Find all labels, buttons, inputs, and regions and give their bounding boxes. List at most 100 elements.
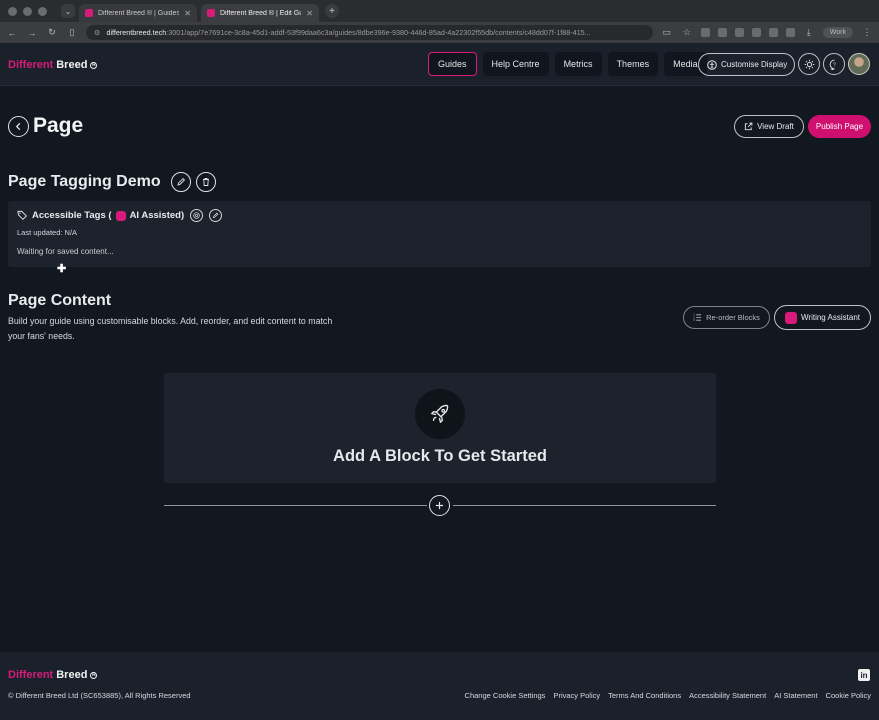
close-tab-icon[interactable]: ✕ (184, 9, 191, 18)
browser-tab-edit-guide[interactable]: Different Breed ® | Edit Guide ✕ (201, 4, 319, 22)
favicon-icon (85, 9, 93, 17)
extension-icon[interactable] (700, 28, 710, 37)
divider-line (453, 505, 716, 506)
close-tab-icon[interactable]: ✕ (306, 9, 313, 18)
logo-text-different: Different (8, 669, 54, 681)
writing-assistant-label: Writing Assistant (801, 313, 860, 322)
plus-icon (435, 501, 444, 510)
tab-title: Different Breed ® | Guides | D (98, 9, 180, 17)
nav-metrics[interactable]: Metrics (554, 52, 602, 76)
view-draft-label: View Draft (757, 122, 794, 131)
tab-search-icon[interactable]: ⌄ (61, 4, 75, 18)
pencil-icon (177, 177, 186, 186)
edit-tags-button[interactable] (209, 209, 223, 222)
extension-icon[interactable] (751, 28, 761, 37)
brand-logo[interactable]: Different Breed R (8, 59, 98, 71)
close-window-dot[interactable] (8, 6, 17, 16)
regenerate-tags-button[interactable] (190, 209, 204, 222)
extensions-puzzle-icon[interactable] (785, 28, 795, 37)
registered-icon: R (90, 671, 98, 679)
empty-state-title: Add A Block To Get Started (333, 447, 547, 465)
profile-button[interactable]: Work (822, 27, 853, 38)
page-title: Page (33, 114, 84, 137)
user-avatar[interactable] (848, 53, 870, 75)
external-link-icon (745, 122, 753, 131)
mouse-cursor-icon: ✚ (57, 263, 67, 275)
zoom-window-dot[interactable] (38, 6, 47, 16)
customise-label: Customise Display (721, 60, 788, 69)
page-footer: Different Breed R in © Different Breed L… (0, 652, 879, 720)
page-content-description: Build your guide using customisable bloc… (8, 316, 333, 341)
tags-heading-text: Accessible Tags ( (32, 210, 112, 221)
svg-text:?: ? (832, 62, 835, 68)
reorder-blocks-button[interactable]: 123 Re-order Blocks (683, 306, 770, 329)
minimize-window-dot[interactable] (23, 6, 32, 16)
url-text: differentbreed.tech:3001/app/7e7691ce-3c… (106, 28, 591, 37)
footer-link-cookie-policy[interactable]: Cookie Policy (826, 691, 871, 700)
ai-assistant-logo-icon (785, 311, 797, 324)
info-icon (193, 212, 200, 219)
delete-page-button[interactable] (196, 172, 216, 192)
reload-icon[interactable]: ↻ (46, 27, 58, 38)
divider-line (164, 505, 427, 506)
footer-link-privacy-policy[interactable]: Privacy Policy (553, 691, 600, 700)
forward-arrow-icon[interactable]: → (26, 28, 38, 38)
nav-themes[interactable]: Themes (607, 52, 659, 76)
theme-toggle-button[interactable] (798, 53, 820, 75)
window-controls[interactable] (8, 6, 47, 16)
back-arrow-icon[interactable]: ← (6, 28, 18, 38)
favicon-icon (207, 9, 215, 17)
writing-assistant-button[interactable]: Writing Assistant (774, 305, 871, 330)
footer-link-ai-statement[interactable]: AI Statement (774, 691, 817, 700)
rocket-badge (415, 389, 465, 439)
footer-brand-logo[interactable]: Different Breed R (8, 669, 98, 681)
trash-icon (203, 178, 209, 186)
footer-links: Change Cookie Settings Privacy Policy Te… (465, 691, 871, 700)
browser-toolbar: ← → ↻ ▯ ⚙ differentbreed.tech:3001/app/7… (0, 22, 879, 43)
extension-icon[interactable] (734, 28, 744, 37)
bookmark-star-icon[interactable]: ☆ (681, 27, 693, 38)
customise-display-button[interactable]: Customise Display (698, 53, 795, 76)
svg-text:3: 3 (693, 318, 695, 322)
tags-icon (17, 210, 27, 220)
footer-link-cookie-settings[interactable]: Change Cookie Settings (465, 691, 546, 700)
nav-help-centre[interactable]: Help Centre (482, 52, 549, 76)
browser-tab-guides[interactable]: Different Breed ® | Guides | D ✕ (79, 4, 197, 22)
empty-blocks-card[interactable]: Add A Block To Get Started (164, 373, 716, 483)
publish-page-button[interactable]: Publish Page (808, 115, 871, 138)
pencil-icon (213, 212, 219, 219)
nav-guides[interactable]: Guides (428, 52, 477, 76)
back-button[interactable] (8, 116, 29, 137)
address-bar[interactable]: ⚙ differentbreed.tech:3001/app/7e7691ce-… (86, 25, 653, 40)
logo-text-breed: Breed (56, 59, 88, 71)
linkedin-icon[interactable]: in (858, 669, 870, 681)
site-info-icon[interactable]: ⚙ (94, 28, 100, 37)
footer-link-terms[interactable]: Terms And Conditions (608, 691, 681, 700)
registered-icon: R (90, 61, 98, 69)
add-block-button[interactable] (429, 495, 450, 516)
download-icon[interactable]: ⤓ (803, 27, 815, 38)
extension-icon[interactable] (768, 28, 778, 37)
main-nav: Guides Help Centre Metrics Themes Media (428, 52, 707, 76)
new-tab-button[interactable]: + (325, 4, 339, 18)
logo-text-different: Different (8, 59, 54, 71)
accessible-tags-panel: Accessible Tags ( AI Assisted) Last upda… (8, 201, 871, 267)
reorder-label: Re-order Blocks (706, 313, 760, 322)
list-order-icon: 123 (693, 313, 702, 322)
page-content-heading: Page Content (8, 292, 112, 309)
guide-title: Page Tagging Demo (8, 173, 161, 190)
view-draft-button[interactable]: View Draft (734, 115, 804, 138)
edit-title-button[interactable] (171, 172, 191, 192)
chevron-left-icon (15, 122, 21, 131)
accessibility-icon (707, 59, 717, 70)
footer-link-accessibility-statement[interactable]: Accessibility Statement (689, 691, 766, 700)
extension-icon[interactable] (717, 28, 727, 37)
cast-icon[interactable]: ▭ (661, 27, 673, 38)
ai-assistant-logo-icon (115, 210, 126, 221)
tags-last-updated: Last updated: N/A (17, 228, 78, 237)
copyright-text: © Different Breed Ltd (SC653885), All Ri… (8, 691, 191, 700)
help-chat-button[interactable]: ? (823, 53, 845, 75)
sun-icon (804, 59, 814, 69)
split-view-icon[interactable]: ▯ (66, 27, 78, 38)
more-menu-icon[interactable]: ⋮ (861, 27, 873, 38)
